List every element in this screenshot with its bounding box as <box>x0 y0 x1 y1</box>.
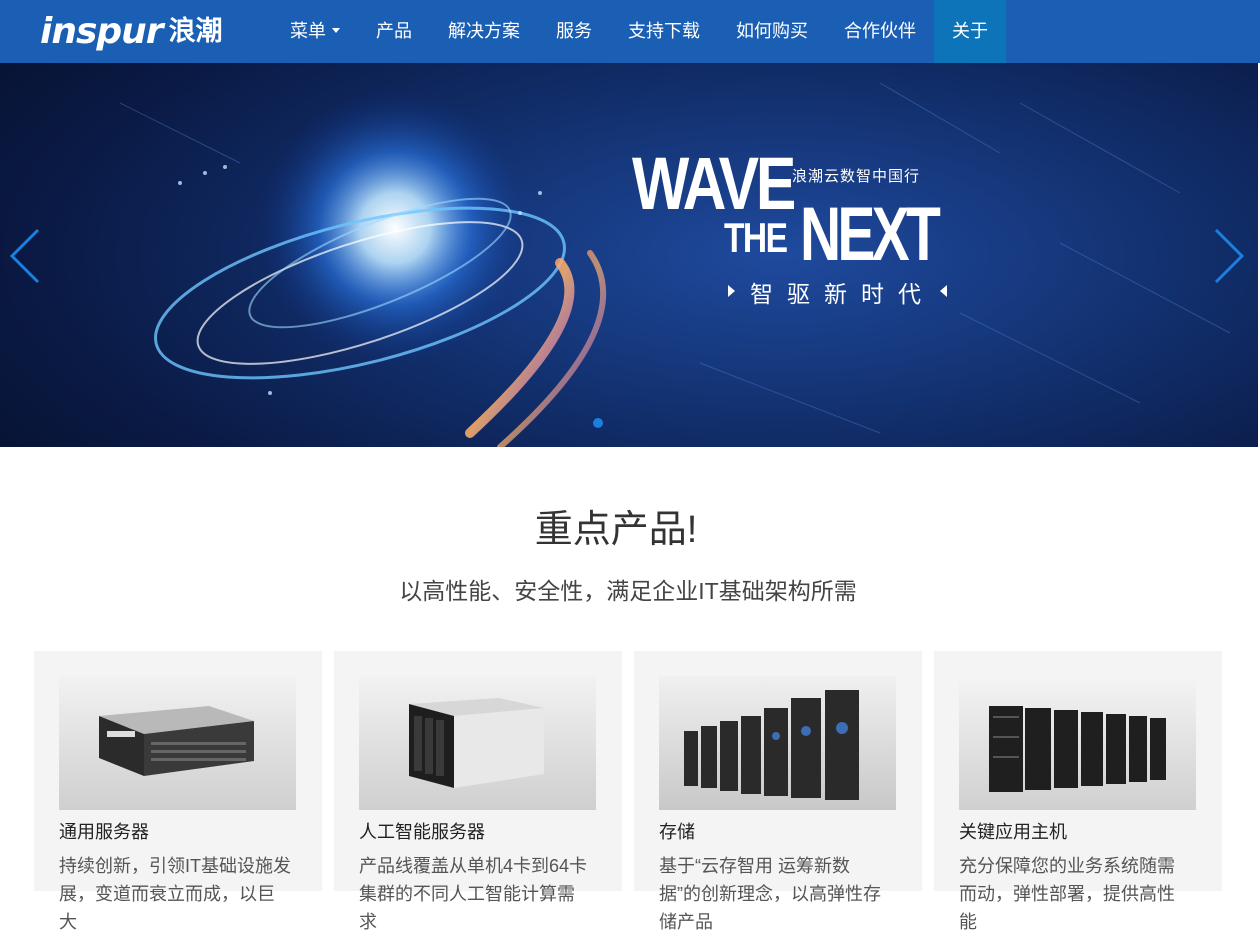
product-name: 通用服务器 <box>59 822 149 842</box>
caret-down-icon <box>332 27 340 33</box>
product-desc: 基于“云存智用 运筹新数据”的创新理念，以高弹性存储产品 <box>659 856 881 932</box>
chevron-right-icon <box>1214 228 1245 284</box>
nav-item-about[interactable]: 关于 <box>934 0 1006 63</box>
triangle-right-icon <box>728 285 735 297</box>
headline-next: NEXT <box>800 192 941 277</box>
inspur-logo[interactable]: inspur 浪潮 <box>40 12 223 52</box>
nav-item-partners[interactable]: 合作伙伴 <box>826 0 934 63</box>
nav-item-label: 菜单 <box>290 21 326 41</box>
product-card-ai-server[interactable]: 人工智能服务器 产品线覆盖从单机4卡到64卡集群的不同人工智能计算需求 <box>334 651 622 932</box>
product-card-storage[interactable]: 存储 基于“云存智用 运筹新数据”的创新理念，以高弹性存储产品 <box>634 651 922 932</box>
carousel-indicator[interactable] <box>593 418 603 428</box>
top-navbar: inspur 浪潮 菜单 产品 解决方案 服务 支持下载 如何购买 合作伙伴 关… <box>0 0 1260 63</box>
product-name: 存储 <box>659 822 695 842</box>
nav-item-how-to-buy[interactable]: 如何购买 <box>718 0 826 63</box>
section-title: 重点产品! <box>534 509 698 551</box>
product-name: 关键应用主机 <box>959 822 1067 842</box>
main-menu: 菜单 产品 解决方案 服务 支持下载 如何购买 合作伙伴 关于 <box>272 0 1006 63</box>
product-name: 人工智能服务器 <box>359 822 485 842</box>
headline-wave: WAVE <box>632 142 796 225</box>
nav-item-services[interactable]: 服务 <box>538 0 610 63</box>
product-card-mission-critical-host[interactable]: 关键应用主机 充分保障您的业务系统随需而动，弹性部署，提供高性能 <box>934 651 1222 932</box>
product-desc: 持续创新，引领IT基础设施发展，变道而衰立而成，以巨大 <box>59 856 291 932</box>
chevron-left-icon <box>9 228 40 284</box>
carousel-prev-button[interactable] <box>8 228 44 284</box>
nav-item-support[interactable]: 支持下载 <box>610 0 718 63</box>
carousel-next-button[interactable] <box>1210 228 1246 284</box>
logo-text-en: inspur <box>40 11 164 52</box>
banner-slogan: 智驱新时代 <box>750 281 935 307</box>
triangle-left-icon <box>940 285 947 297</box>
product-image <box>359 676 596 810</box>
hero-carousel[interactable]: WAVE 浪潮云数智中国行 THE NEXT 智驱新时代 <box>0 63 1258 447</box>
product-image <box>659 676 896 810</box>
product-image <box>959 676 1196 810</box>
product-desc: 产品线覆盖从单机4卡到64卡集群的不同人工智能计算需求 <box>359 856 588 932</box>
product-image <box>59 676 296 810</box>
logo-text-cn: 浪潮 <box>168 16 223 47</box>
banner-artwork <box>119 82 1231 447</box>
section-subtitle: 以高性能、安全性，满足企业IT基础架构所需 <box>399 578 857 604</box>
product-card-general-server[interactable]: 通用服务器 持续创新，引领IT基础设施发展，变道而衰立而成，以巨大 <box>34 651 322 932</box>
headline-tagline: 浪潮云数智中国行 <box>792 168 921 185</box>
nav-item-menu[interactable]: 菜单 <box>272 0 358 63</box>
nav-item-solutions[interactable]: 解决方案 <box>430 0 538 63</box>
nav-item-products[interactable]: 产品 <box>358 0 430 63</box>
headline-the: THE <box>724 214 788 261</box>
product-desc: 充分保障您的业务系统随需而动，弹性部署，提供高性能 <box>959 856 1175 932</box>
